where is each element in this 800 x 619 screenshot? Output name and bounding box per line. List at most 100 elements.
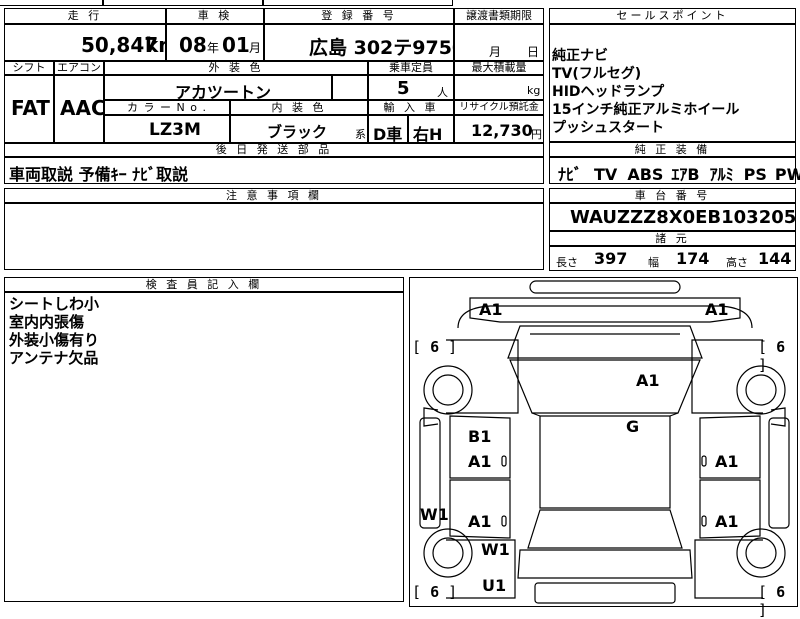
sales-point-item: HIDヘッドランプ xyxy=(552,84,665,100)
length-value: 397 xyxy=(594,249,628,268)
registration-header: 登 録 番 号 xyxy=(264,8,454,24)
notes-header: 注 意 事 項 欄 xyxy=(4,188,544,203)
exterior-color-cell: アカツートン xyxy=(104,75,332,102)
mark-left-rear-door: A1 xyxy=(468,512,492,531)
sales-point-item: 15インチ純正アルミホイール xyxy=(552,102,740,118)
top-partial-right xyxy=(263,0,453,6)
inspection-year: 08 xyxy=(179,33,207,57)
exterior-color-header: 外 装 色 xyxy=(104,61,368,75)
handle-cell: 右H xyxy=(408,115,454,144)
inspection-month: 01 xyxy=(222,33,250,57)
inspector-cell: シートしわ小 室内内張傷 外装小傷有り アンテナ欠品 xyxy=(4,292,404,602)
import-header: 輸 入 車 xyxy=(368,100,454,115)
registration-value: 広島 302テ9750 xyxy=(309,37,466,59)
mileage-cell: 50,847 km xyxy=(4,24,179,61)
mileage-header: 走 行 xyxy=(4,8,166,24)
max-load-unit: kg xyxy=(527,84,541,97)
later-parts-cell: 車両取説 予備ｷｰ ﾅﾋﾞ取説 xyxy=(4,157,544,184)
sales-point-list: 純正ナビ TV(フルセグ) HIDヘッドランプ 15インチ純正アルミホイール プ… xyxy=(552,47,739,137)
interior-color-cell: ブラック 系 xyxy=(230,115,368,143)
top-partial-left xyxy=(0,0,103,6)
capacity-cell: 5 人 xyxy=(368,75,454,100)
equipment-item: PS xyxy=(743,165,767,184)
tire-rl-value: 6 xyxy=(430,583,440,601)
chassis-no-value: WAUZZZ8X0EB103205 xyxy=(570,207,797,228)
tire-fl-value: 6 xyxy=(430,338,440,356)
specs-cell: 長さ 397 幅 174 高さ 144 xyxy=(549,246,796,271)
later-parts-value: 車両取説 予備ｷｰ ﾅﾋﾞ取説 xyxy=(9,165,189,184)
recycle-value: 12,730 xyxy=(471,121,533,140)
equipment-item: ABS xyxy=(627,165,664,184)
max-load-header: 最大積載量 xyxy=(454,61,544,75)
height-value: 144 xyxy=(758,249,792,268)
recycle-unit: 円 xyxy=(531,128,542,141)
chassis-no-header: 車 台 番 号 xyxy=(549,188,796,203)
shift-value: FAT xyxy=(11,96,50,120)
aircon-cell: AAC xyxy=(54,75,106,143)
tire-rl-bracket: [ 6 ] xyxy=(412,583,458,601)
recycle-header: リサイクル預託金 xyxy=(454,100,544,115)
equipment-list: ﾅﾋﾞ TV ABS ｴｱB ｱﾙﾐ PS PW xyxy=(558,161,800,185)
genuine-equip-cell: ﾅﾋﾞ TV ABS ｴｱB ｱﾙﾐ PS PW xyxy=(549,157,800,184)
mark-right-rear-door: A1 xyxy=(715,512,739,531)
sales-point-item: 純正ナビ xyxy=(552,48,608,64)
mark-windshield: A1 xyxy=(636,371,660,390)
capacity-unit: 人 xyxy=(437,86,448,99)
max-load-cell: kg xyxy=(454,75,544,100)
mark-left-rear-fender: W1 xyxy=(481,540,510,559)
shift-header: シフト xyxy=(4,61,54,75)
month-unit: 月 xyxy=(249,41,262,55)
transfer-deadline-cell: 月 日 xyxy=(454,24,544,61)
interior-color-suffix: 系 xyxy=(355,128,366,141)
capacity-header: 乗車定員 xyxy=(368,61,454,75)
tire-fl-bracket: [ 6 ] xyxy=(412,338,458,356)
car-diagram-box: A1 A1 [ 6 ] [ 6 ] A1 G B1 A1 A1 W1 A1 A1… xyxy=(409,277,798,619)
aircon-header: エアコン xyxy=(54,61,104,75)
mark-front-left: A1 xyxy=(479,300,503,319)
tire-rr-value: 6 xyxy=(776,583,786,601)
color-no-cell: LZ3M xyxy=(104,115,230,143)
color-no-value: LZ3M xyxy=(149,120,201,140)
mark-left-front-door: A1 xyxy=(468,452,492,471)
tire-rr-bracket: [ 6 ] xyxy=(758,583,786,619)
inspector-notes-list: シートしわ小 室内内張傷 外装小傷有り アンテナ欠品 xyxy=(9,295,99,367)
equipment-item: PW xyxy=(774,165,800,184)
inspector-note: 外装小傷有り xyxy=(9,331,100,349)
sales-point-item: プッシュスタート xyxy=(552,120,664,136)
sales-point-header: セールスポイント xyxy=(549,8,796,24)
tire-fr-value: 6 xyxy=(776,338,786,356)
tire-fr-bracket: [ 6 ] xyxy=(758,338,786,374)
notes-cell xyxy=(4,203,544,270)
top-partial-center xyxy=(103,0,263,6)
recycle-cell: 12,730 円 xyxy=(454,115,544,143)
transfer-deadline-header: 譲渡書類期限 xyxy=(454,8,544,24)
sales-point-item: TV(フルセグ) xyxy=(552,66,642,82)
equipment-item: ﾅﾋﾞ xyxy=(558,165,583,184)
mark-front-right: A1 xyxy=(705,300,729,319)
year-unit: 年 xyxy=(207,41,220,55)
inspector-note: シートしわ小 xyxy=(9,295,100,313)
inspector-note: 室内内張傷 xyxy=(9,313,85,331)
equipment-item: TV xyxy=(594,165,618,184)
length-label: 長さ xyxy=(556,256,578,269)
shift-cell: FAT xyxy=(4,75,54,143)
width-label: 幅 xyxy=(648,256,659,269)
inspector-header: 検 査 員 記 入 欄 xyxy=(4,277,404,292)
chassis-no-cell: WAUZZZ8X0EB103205 xyxy=(549,203,796,231)
specs-header: 諸 元 xyxy=(549,231,796,246)
interior-color-header: 内 装 色 xyxy=(230,100,368,115)
height-label: 高さ xyxy=(726,256,748,269)
mark-right-front-door: A1 xyxy=(715,452,739,471)
drive-side-value: D車 xyxy=(373,125,403,144)
mark-left-side: W1 xyxy=(420,505,449,524)
genuine-equip-header: 純 正 装 備 xyxy=(549,142,796,157)
registration-cell: 広島 302テ9750 xyxy=(264,24,465,61)
inspector-note: アンテナ欠品 xyxy=(9,349,99,367)
inspection-cell: 08 年 01 月 xyxy=(166,24,264,61)
transfer-month-unit: 月 xyxy=(489,45,502,59)
handle-value: 右H xyxy=(413,125,443,144)
equipment-item: ｱﾙﾐ xyxy=(709,165,734,184)
transfer-day-unit: 日 xyxy=(527,45,540,59)
drive-side-cell: D車 xyxy=(368,115,408,144)
width-value: 174 xyxy=(676,249,710,268)
